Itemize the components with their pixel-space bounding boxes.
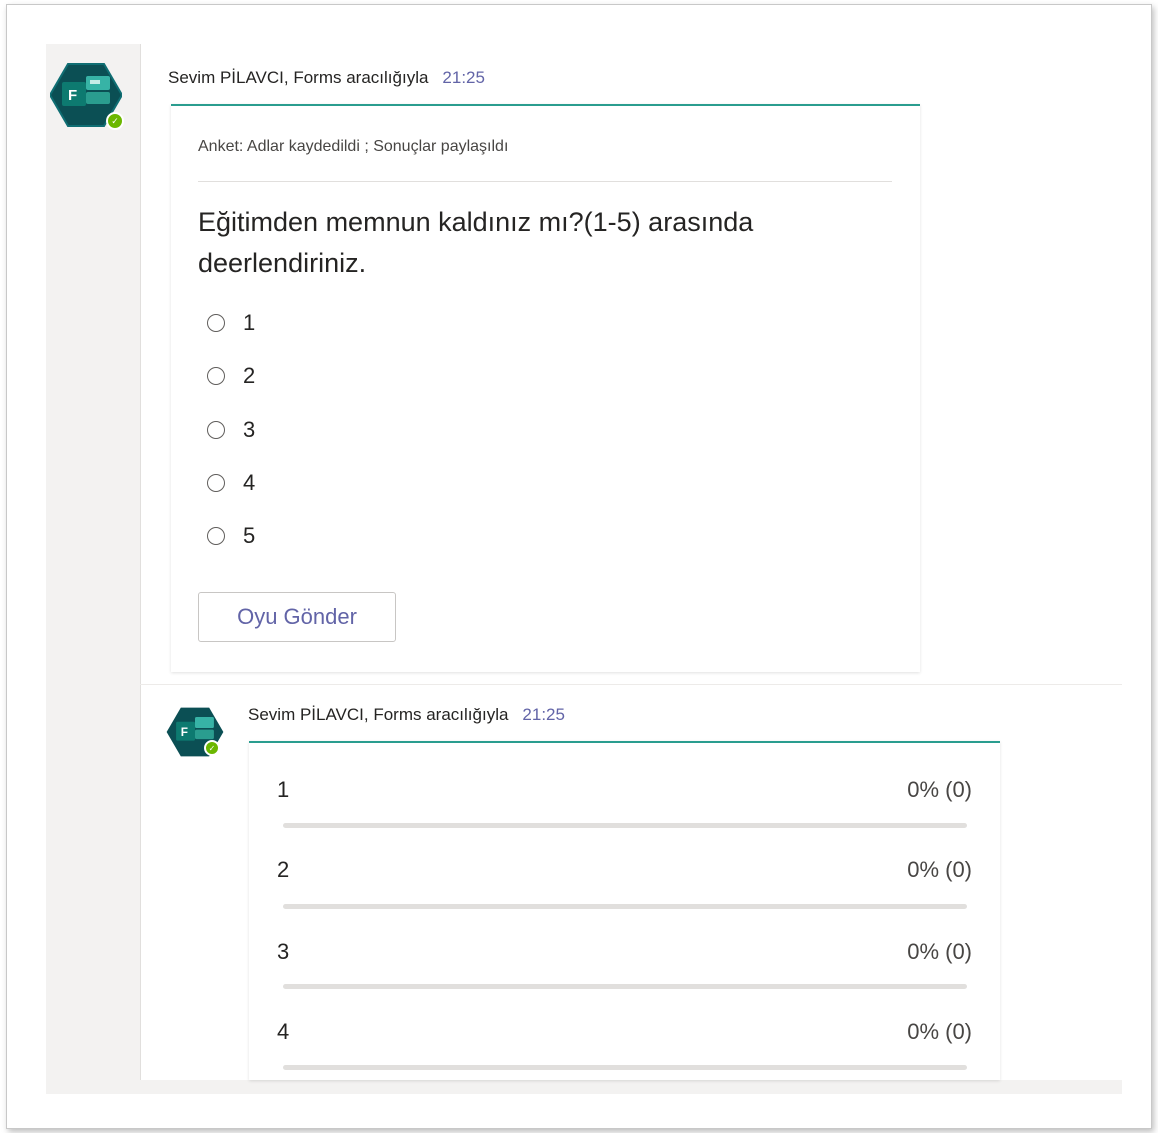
message-header: Sevim PİLAVCI, Forms aracılığıyla 21:25	[248, 705, 565, 725]
available-check-icon: ✓	[106, 112, 124, 130]
result-label: 2	[277, 857, 290, 882]
result-value: 0% (0)	[907, 939, 972, 964]
result-label: 1	[277, 777, 290, 802]
result-bar	[283, 904, 967, 909]
card-separator	[198, 181, 892, 182]
result-bar	[283, 984, 967, 989]
poll-option-3[interactable]: 3	[207, 417, 255, 443]
poll-option-4[interactable]: 4	[207, 470, 255, 496]
message-time[interactable]: 21:25	[522, 705, 565, 724]
option-label: 2	[243, 363, 256, 388]
results-card: 1 0% (0) 2 0% (0) 3 0% (0) 4 0% (0)	[249, 741, 1000, 1080]
poll-question: Eğitimden memnun kaldınız mı?(1-5) arası…	[198, 207, 754, 278]
message-divider	[140, 684, 1122, 685]
message-header: Sevim PİLAVCI, Forms aracılığıyla 21:25	[168, 68, 485, 88]
radio-button[interactable]	[207, 367, 225, 385]
option-label: 4	[243, 470, 256, 495]
result-label: 3	[277, 939, 290, 964]
available-check-icon: ✓	[204, 740, 220, 756]
result-bar	[283, 1065, 967, 1070]
svg-text:F: F	[68, 87, 77, 104]
message-time[interactable]: 21:25	[442, 68, 485, 87]
forms-app-avatar[interactable]: F ✓	[166, 706, 224, 758]
option-label: 5	[243, 523, 256, 548]
poll-subtitle: Anket: Adlar kaydedildi ; Sonuçlar payla…	[198, 138, 509, 155]
poll-option-1[interactable]: 1	[207, 310, 255, 336]
result-bar	[283, 823, 967, 828]
poll-option-2[interactable]: 2	[207, 363, 255, 389]
sender-name[interactable]: Sevim PİLAVCI, Forms aracılığıyla	[168, 68, 428, 87]
radio-button[interactable]	[207, 527, 225, 545]
poll-card: Anket: Adlar kaydedildi ; Sonuçlar payla…	[171, 104, 920, 672]
svg-text:F: F	[181, 725, 188, 739]
result-label: 4	[277, 1019, 290, 1044]
poll-option-5[interactable]: 5	[207, 523, 255, 549]
radio-button[interactable]	[207, 314, 225, 332]
option-label: 1	[243, 310, 256, 335]
result-value: 0% (0)	[907, 1019, 972, 1044]
sender-name[interactable]: Sevim PİLAVCI, Forms aracılığıyla	[248, 705, 508, 724]
submit-vote-button[interactable]: Oyu Gönder	[198, 592, 396, 642]
result-value: 0% (0)	[907, 857, 972, 882]
result-value: 0% (0)	[907, 777, 972, 802]
forms-app-avatar[interactable]: F ✓	[50, 62, 124, 130]
radio-button[interactable]	[207, 474, 225, 492]
radio-button[interactable]	[207, 421, 225, 439]
option-label: 3	[243, 417, 256, 442]
